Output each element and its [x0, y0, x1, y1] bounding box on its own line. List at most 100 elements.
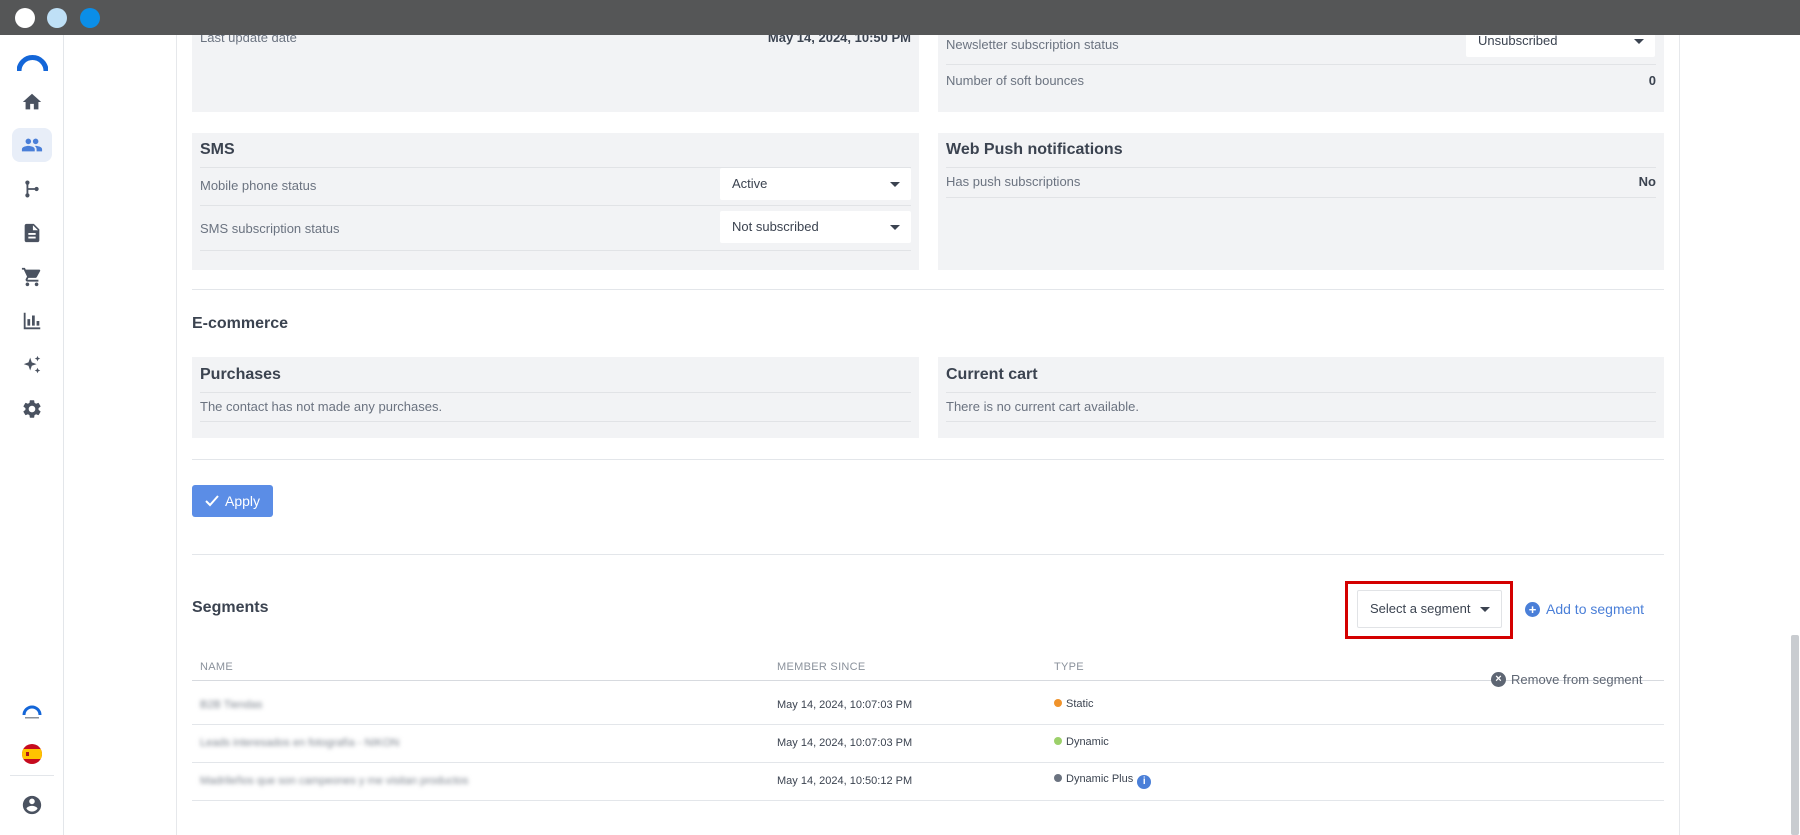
segment-type-label: Dynamic Plus — [1066, 773, 1134, 785]
nav-settings[interactable] — [12, 392, 52, 426]
nav-contacts[interactable] — [12, 128, 52, 162]
column-header-member-since: MEMBER SINCE — [777, 661, 866, 673]
table-row-divider — [192, 762, 1664, 763]
nav-ecommerce[interactable] — [12, 260, 52, 294]
info-icon[interactable]: i — [1137, 775, 1152, 789]
window-titlebar — [0, 0, 1800, 35]
divider — [946, 197, 1656, 198]
current-cart-text: There is no current cart available. — [946, 399, 1139, 414]
last-update-value: May 14, 2024, 10:50 PM — [767, 35, 911, 45]
has-push-label: Has push subscriptions — [946, 174, 1081, 189]
segment-member-since: May 14, 2024, 10:07:03 PM — [777, 699, 913, 711]
column-header-type: TYPE — [1054, 661, 1084, 673]
segment-select[interactable]: Select a segment — [1357, 590, 1502, 628]
language-flag-icon[interactable] — [22, 744, 42, 764]
nav-home[interactable] — [12, 85, 52, 119]
nav-statistics[interactable] — [12, 304, 52, 338]
divider — [200, 392, 911, 393]
bar-chart-icon — [23, 312, 41, 330]
window-close-button[interactable] — [15, 8, 35, 28]
segment-member-since: May 14, 2024, 10:07:03 PM — [777, 737, 913, 749]
purchases-panel: Purchases The contact has not made any p… — [192, 357, 919, 438]
sms-subscription-value: Not subscribed — [732, 219, 819, 234]
purchases-title: Purchases — [200, 366, 281, 383]
soft-bounces-label: Number of soft bounces — [946, 73, 1085, 88]
column-header-name: NAME — [200, 661, 233, 673]
add-to-segment-label: Add to segment — [1546, 601, 1645, 617]
ecommerce-title: E-commerce — [192, 315, 289, 332]
nav-automations[interactable] — [12, 172, 52, 206]
nav-templates[interactable] — [12, 216, 52, 250]
home-icon — [22, 93, 42, 110]
soft-bounces-value: 0 — [1648, 73, 1656, 88]
divider — [200, 421, 911, 422]
remove-from-segment-button[interactable]: × Remove from segment — [1491, 672, 1643, 687]
remove-from-segment-label: Remove from segment — [1511, 672, 1643, 687]
window-minimize-button[interactable] — [47, 8, 67, 28]
segment-name[interactable]: Leads interesados en fotografía - NIKON — [200, 737, 399, 749]
apply-label: Apply — [224, 493, 261, 509]
apply-button[interactable]: Apply — [192, 485, 273, 517]
segment-name[interactable]: Madrileños que son campeones y me visita… — [200, 775, 468, 787]
segment-select-placeholder: Select a segment — [1370, 601, 1471, 616]
status-dot-icon — [1054, 737, 1062, 745]
mobile-status-select[interactable]: Active — [720, 168, 911, 200]
table-row-divider — [192, 800, 1664, 801]
status-dot-icon — [1054, 699, 1062, 707]
scrollbar[interactable] — [1791, 635, 1799, 835]
email-panel: Last update date May 14, 2024, 10:50 PM — [192, 35, 919, 112]
gear-icon — [23, 400, 41, 418]
webpush-title: Web Push notifications — [946, 141, 1123, 158]
chevron-down-icon — [890, 182, 900, 187]
sparkles-icon — [23, 355, 41, 374]
mobile-status-label: Mobile phone status — [200, 178, 317, 193]
segment-type-label: Static — [1066, 698, 1094, 710]
section-divider — [192, 554, 1664, 555]
purchases-text: The contact has not made any purchases. — [200, 399, 443, 414]
main-content: Last update date May 14, 2024, 10:50 PM … — [64, 35, 1800, 835]
user-account-icon[interactable] — [21, 794, 43, 816]
section-divider — [192, 459, 1664, 460]
divider — [200, 205, 911, 206]
divider — [946, 392, 1656, 393]
segments-title: Segments — [192, 599, 269, 616]
webpush-panel: Web Push notifications Has push subscrip… — [938, 133, 1664, 270]
close-circle-icon: × — [1491, 672, 1506, 687]
sms-panel: SMS Mobile phone status Active SMS subsc… — [192, 133, 919, 270]
newsletter-status-label: Newsletter subscription status — [946, 37, 1119, 52]
sms-subscription-select[interactable]: Not subscribed — [720, 211, 911, 243]
table-header-divider — [192, 680, 1664, 681]
segment-name[interactable]: B2B Tiendas — [200, 699, 262, 711]
segment-type: Static — [1054, 698, 1094, 710]
document-icon — [24, 223, 40, 243]
window-maximize-button[interactable] — [80, 8, 100, 28]
section-divider — [192, 289, 1664, 290]
brand-logo-icon[interactable] — [17, 54, 48, 72]
chevron-down-icon — [890, 225, 900, 230]
divider — [200, 250, 911, 251]
sms-title: SMS — [200, 141, 235, 158]
add-to-segment-link[interactable]: + Add to segment — [1525, 601, 1644, 617]
newsletter-status-value: Unsubscribed — [1478, 35, 1558, 48]
cart-icon — [21, 267, 41, 287]
has-push-value: No — [1638, 174, 1656, 189]
people-icon — [21, 138, 43, 152]
current-cart-title: Current cart — [946, 366, 1038, 383]
flow-icon — [25, 180, 39, 198]
plus-circle-icon: + — [1525, 601, 1540, 617]
segment-member-since: May 14, 2024, 10:50:12 PM — [777, 775, 913, 787]
check-icon — [205, 495, 219, 507]
table-row-divider — [192, 724, 1664, 725]
sidebar-divider — [10, 775, 54, 776]
chevron-down-icon — [1634, 39, 1644, 44]
brand-badge-icon[interactable] — [22, 704, 42, 720]
divider — [946, 167, 1656, 168]
newsletter-status-select[interactable]: Unsubscribed — [1466, 35, 1655, 57]
segment-type: Dynamic Plus i — [1054, 773, 1152, 789]
sidebar — [0, 35, 64, 835]
status-dot-icon — [1054, 774, 1062, 782]
current-cart-panel: Current cart There is no current cart av… — [938, 357, 1664, 438]
segment-type: Dynamic — [1054, 736, 1109, 748]
nav-ai[interactable] — [12, 348, 52, 382]
newsletter-panel: Newsletter subscription status Unsubscri… — [938, 35, 1664, 112]
